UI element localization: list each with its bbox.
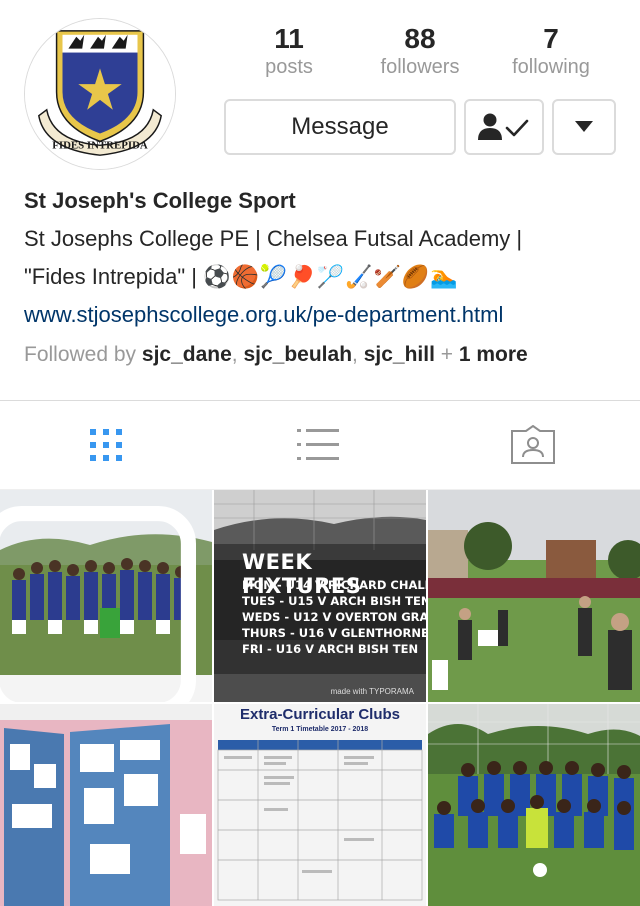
stat-posts[interactable]: 11 posts: [224, 22, 354, 78]
following-label: following: [512, 56, 590, 78]
fixture-line: FRI - U16 V ARCH BISH TEN: [242, 642, 419, 656]
website-link[interactable]: www.stjosephscollege.org.uk/pe-departmen…: [24, 296, 624, 334]
followers-label: followers: [380, 56, 460, 78]
bio-line-1: St Josephs College PE | Chelsea Futsal A…: [24, 226, 523, 251]
post-thumbnail[interactable]: [0, 490, 212, 702]
post-thumbnail[interactable]: Extra-Curricular Clubs Term 1 Timetable …: [214, 704, 426, 906]
following-count: 7: [543, 23, 559, 54]
profile-stats: 11 posts 88 followers 7 following: [224, 22, 624, 82]
tab-tagged[interactable]: [509, 421, 557, 469]
timetable-background: [214, 704, 426, 906]
noticeboard-photo: [0, 704, 212, 906]
followed-by-user[interactable]: sjc_dane: [142, 343, 232, 366]
posts-label: posts: [265, 56, 313, 78]
message-button[interactable]: Message: [224, 99, 456, 155]
more-options-button[interactable]: [552, 99, 616, 155]
school-crest-icon: FIDES INTREPIDA: [25, 19, 175, 169]
bio-motto: "Fides Intrepida" |: [24, 264, 197, 289]
profile-avatar[interactable]: FIDES INTREPIDA: [24, 18, 176, 170]
post-grid: WEEK FIXTURES MON - U14 V RICHARD CHALLO…: [0, 490, 640, 906]
profile-tabs: [0, 401, 640, 489]
followed-by-prefix: Followed by: [24, 343, 137, 366]
tagged-person-icon: [511, 425, 555, 464]
post-thumbnail[interactable]: [428, 704, 640, 906]
stat-followers[interactable]: 88 followers: [355, 22, 485, 78]
followed-by: Followed by sjc_dane, sjc_beulah, sjc_hi…: [24, 343, 528, 366]
bio-line-2: "Fides Intrepida" | ⚽🏀🎾🏓🏸🏑🏏🏉🏊: [24, 258, 624, 296]
tab-grid[interactable]: [82, 421, 130, 469]
crest-motto: FIDES INTREPIDA: [52, 139, 148, 151]
fixture-line: WEDS - U12 V OVERTON GRANGE: [242, 610, 426, 624]
bio-sport-emoji: ⚽🏀🎾🏓🏸🏑🏏🏉🏊: [203, 264, 459, 289]
clubs-subtitle: Term 1 Timetable 2017 - 2018: [271, 726, 369, 733]
caret-down-icon: [575, 121, 593, 132]
clubs-title: Extra-Curricular Clubs: [239, 706, 401, 723]
followed-by-user[interactable]: sjc_hill: [364, 343, 435, 366]
post-thumbnail[interactable]: WEEK FIXTURES MON - U14 V RICHARD CHALLO…: [214, 490, 426, 702]
tab-list[interactable]: [294, 421, 342, 469]
squad-photo: [428, 704, 640, 906]
followed-by-more[interactable]: 1 more: [459, 343, 528, 366]
followed-by-user[interactable]: sjc_beulah: [243, 343, 352, 366]
stat-following[interactable]: 7 following: [486, 22, 616, 78]
typorama-credit: made with TYPORAMA: [330, 687, 414, 696]
following-status-button[interactable]: [464, 99, 544, 155]
fixture-line: MON - U14 V RICHARD CHALLONER: [242, 578, 426, 592]
posts-count: 11: [274, 23, 304, 54]
multiple-photos-icon: [0, 506, 196, 702]
person-check-icon: [478, 113, 529, 140]
followers-count: 88: [404, 23, 436, 54]
profile-name: St Joseph's College Sport: [24, 188, 296, 213]
fixture-line: TUES - U15 V ARCH BISH TEN: [242, 594, 426, 608]
crowd-photo: [428, 490, 640, 702]
grid-icon: [90, 429, 122, 461]
list-icon: [297, 429, 339, 460]
profile-bio: St Joseph's College Sport St Josephs Col…: [24, 186, 624, 376]
fixture-line: THURS - U16 V GLENTHORNE: [242, 626, 426, 640]
post-thumbnail[interactable]: [428, 490, 640, 702]
post-thumbnail[interactable]: [0, 704, 212, 906]
